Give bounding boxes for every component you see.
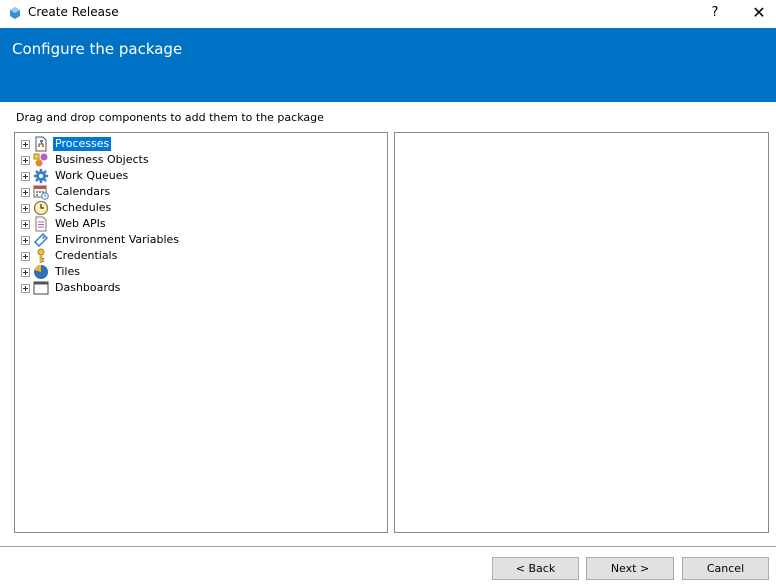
tree-item-dashboards[interactable]: Dashboards: [21, 280, 122, 296]
tree-item-web-apis[interactable]: Web APIs: [21, 216, 108, 232]
title-bar: Create Release ? ✕: [0, 0, 776, 27]
window-title: Create Release: [28, 5, 119, 19]
tree-item-credentials[interactable]: Credentials: [21, 248, 119, 264]
business-object-icon: [33, 153, 48, 167]
help-button[interactable]: ?: [702, 2, 728, 24]
tree-item-label: Schedules: [55, 201, 112, 214]
components-tree[interactable]: Processes Business Objects Work Queues C…: [14, 132, 388, 533]
tree-item-label: Work Queues: [55, 169, 129, 182]
page-title: Configure the package: [12, 40, 183, 58]
expand-icon[interactable]: [21, 203, 30, 213]
calendar-icon: [33, 185, 49, 200]
cancel-button[interactable]: Cancel: [682, 557, 769, 580]
expand-icon[interactable]: [21, 187, 30, 197]
instructions-text: Drag and drop components to add them to …: [16, 111, 324, 124]
window-icon: [33, 281, 49, 295]
tree-item-label: Dashboards: [55, 281, 121, 294]
expand-icon[interactable]: [21, 219, 30, 229]
tree-item-label: Calendars: [55, 185, 111, 198]
document-icon: [35, 216, 47, 232]
tree-item-label: Web APIs: [55, 217, 106, 230]
next-button[interactable]: Next >: [586, 557, 674, 580]
header-banner: Configure the package: [0, 28, 776, 102]
tree-item-calendars[interactable]: Calendars: [21, 184, 112, 200]
close-button[interactable]: ✕: [744, 2, 774, 24]
tree-item-processes[interactable]: Processes: [21, 136, 112, 152]
gear-icon: [33, 168, 49, 184]
tree-item-label: Credentials: [55, 249, 118, 262]
tree-item-label: Business Objects: [55, 153, 149, 166]
key-icon: [37, 248, 45, 263]
expand-icon[interactable]: [21, 283, 30, 293]
tree-item-schedules[interactable]: Schedules: [21, 200, 113, 216]
tag-icon: [33, 232, 49, 248]
clock-icon: [33, 200, 49, 216]
expand-icon[interactable]: [21, 235, 30, 245]
expand-icon[interactable]: [21, 267, 30, 277]
app-icon: [10, 7, 20, 19]
tree-item-work-queues[interactable]: Work Queues: [21, 168, 130, 184]
tree-item-tiles[interactable]: Tiles: [21, 264, 82, 280]
tree-item-label: Tiles: [55, 265, 80, 278]
expand-icon[interactable]: [21, 251, 30, 261]
process-icon: [35, 136, 47, 152]
expand-icon[interactable]: [21, 155, 30, 165]
tree-item-label: Environment Variables: [55, 233, 180, 246]
back-button[interactable]: < Back: [492, 557, 579, 580]
tree-item-label: Processes: [53, 137, 112, 151]
footer-separator: [0, 546, 776, 547]
tree-item-environment-variables[interactable]: Environment Variables: [21, 232, 181, 248]
package-contents-panel[interactable]: [394, 132, 769, 533]
expand-icon[interactable]: [21, 139, 30, 149]
tree-item-business-objects[interactable]: Business Objects: [21, 152, 151, 168]
pie-chart-icon: [34, 265, 48, 279]
expand-icon[interactable]: [21, 171, 30, 181]
